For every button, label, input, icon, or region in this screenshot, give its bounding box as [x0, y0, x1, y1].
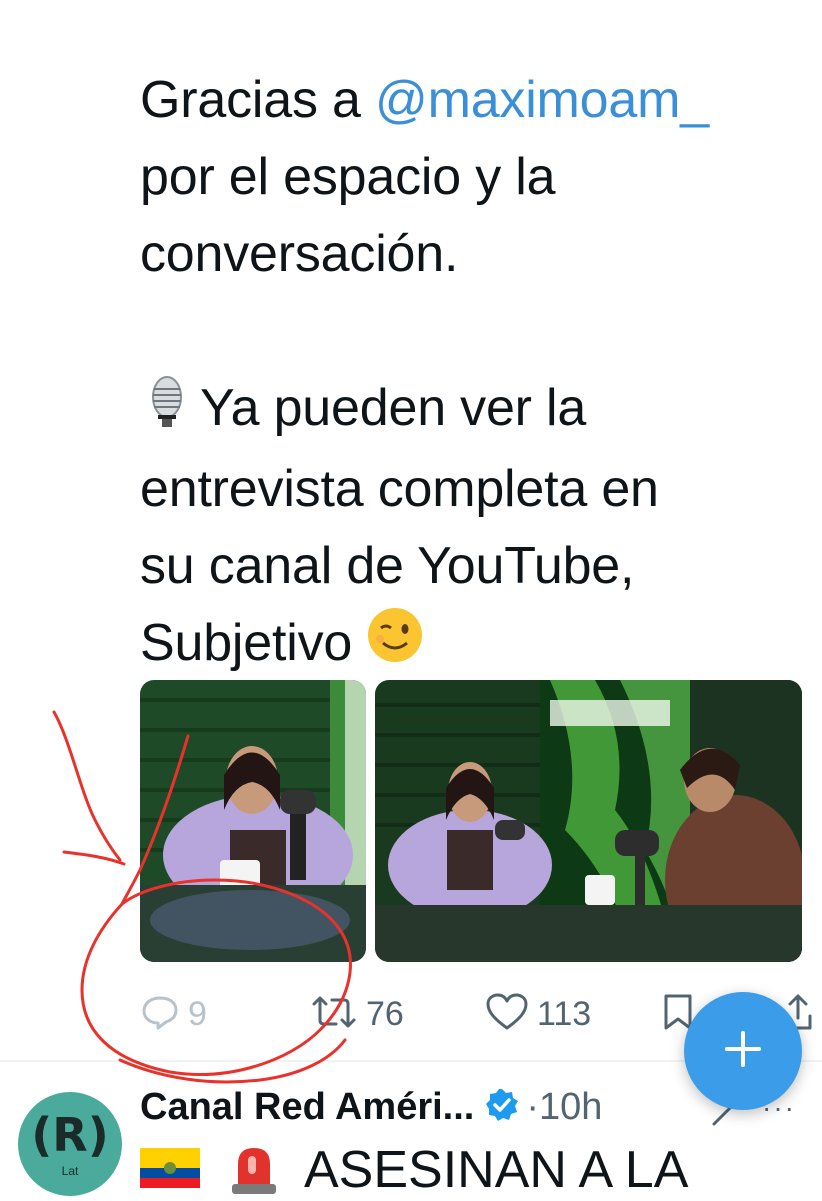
- like-count: 113: [537, 994, 592, 1033]
- tweet-line-6: su canal de YouTube,: [140, 537, 635, 595]
- compose-button[interactable]: [684, 992, 802, 1110]
- plus-icon: [723, 1029, 763, 1074]
- winking-face-emoji: [366, 606, 424, 686]
- like-button[interactable]: 113: [485, 986, 591, 1042]
- avatar-logo-sub: Lat: [61, 1164, 79, 1178]
- tweet-line-4: Ya pueden ver la: [140, 370, 810, 451]
- avatar[interactable]: (R) Lat: [18, 1092, 122, 1196]
- tweet-line-5: entrevista completa en: [140, 460, 659, 518]
- retweet-count: 76: [366, 994, 404, 1033]
- tweet-line-1: Gracias a @maximoam_: [140, 71, 709, 129]
- next-tweet-words: ASESINAN A LA: [304, 1141, 689, 1199]
- studio-microphone-emoji: [140, 374, 194, 451]
- next-tweet-header: Canal Red Améri... ·10h: [140, 1082, 602, 1132]
- retweet-button[interactable]: 76: [310, 986, 404, 1042]
- next-tweet-text: ASESINAN A LA: [140, 1140, 688, 1200]
- mention-link[interactable]: @maximoam_: [375, 71, 709, 129]
- verified-badge-icon: [484, 1087, 520, 1128]
- tweet-photo-1[interactable]: [140, 680, 366, 962]
- tweet-line-7: Subjetivo: [140, 605, 810, 686]
- tweet-photo-2[interactable]: [375, 680, 802, 962]
- retweet-icon: [310, 992, 358, 1037]
- police-light-emoji: [226, 1140, 282, 1201]
- ecuador-flag-emoji: [140, 1146, 200, 1195]
- tweet-text: Gracias a @maximoam_ por el espacio y la…: [140, 62, 810, 686]
- tweet-timestamp[interactable]: ·10h: [526, 1086, 602, 1129]
- tweet-line-2: por el espacio y la: [140, 148, 556, 206]
- author-name[interactable]: Canal Red Améri...: [140, 1086, 474, 1129]
- reply-count: 9: [188, 994, 207, 1033]
- reply-button[interactable]: 9: [140, 986, 207, 1042]
- reply-icon: [140, 992, 180, 1037]
- tweet-line-3: conversación.: [140, 225, 459, 283]
- heart-icon: [485, 992, 529, 1037]
- avatar-logo-text: (R): [31, 1108, 109, 1162]
